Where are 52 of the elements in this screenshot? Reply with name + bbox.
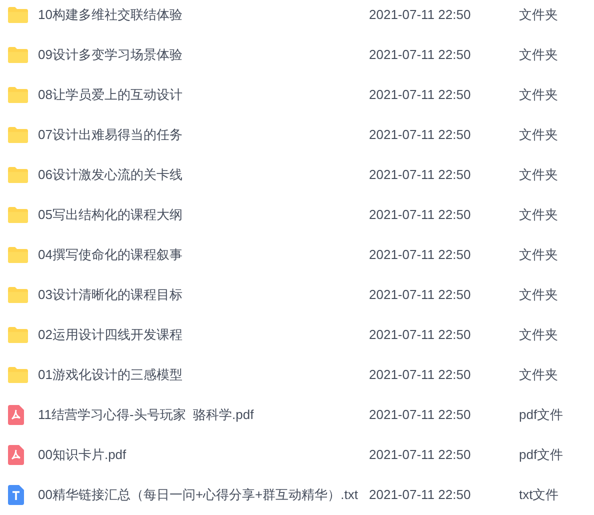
file-name[interactable]: 03设计清晰化的课程目标	[38, 285, 369, 305]
modified-date: 2021-07-11 22:50	[369, 206, 472, 224]
modified-date: 2021-07-11 22:50	[369, 406, 472, 424]
file-name[interactable]: 09设计多变学习场景体验	[38, 45, 369, 65]
modified-date: 2021-07-11 22:50	[369, 46, 472, 64]
modified-date: 2021-07-11 22:50	[369, 86, 472, 104]
pdf-file-icon	[8, 445, 24, 465]
file-type: 文件夹	[519, 6, 558, 24]
modified-date: 2021-07-11 22:50	[369, 486, 472, 504]
file-name[interactable]: 07设计出难易得当的任务	[38, 125, 369, 145]
file-name[interactable]: 06设计激发心流的关卡线	[38, 165, 369, 185]
file-name[interactable]: 01游戏化设计的三感模型	[38, 365, 369, 385]
folder-icon	[8, 287, 28, 303]
file-name[interactable]: 05写出结构化的课程大纲	[38, 205, 369, 225]
file-type: 文件夹	[519, 246, 558, 264]
file-type: 文件夹	[519, 126, 558, 144]
file-type: 文件夹	[519, 326, 558, 344]
file-type: 文件夹	[519, 86, 558, 104]
modified-date: 2021-07-11 22:50	[369, 366, 472, 384]
text-file-icon	[8, 485, 24, 505]
file-type: pdf文件	[519, 446, 564, 464]
folder-icon	[8, 207, 28, 223]
file-name[interactable]: 11结营学习心得-头号玩家 骆科学.pdf	[38, 405, 369, 425]
modified-date: 2021-07-11 22:50	[369, 126, 472, 144]
folder-icon	[8, 247, 28, 263]
file-type: pdf文件	[519, 406, 564, 424]
file-name[interactable]: 04撰写使命化的课程叙事	[38, 245, 369, 265]
pdf-file-icon	[8, 405, 24, 425]
modified-date: 2021-07-11 22:50	[369, 246, 472, 264]
file-name[interactable]: 10构建多维社交联结体验	[38, 5, 369, 25]
folder-icon	[8, 47, 28, 63]
file-name[interactable]: 08让学员爱上的互动设计	[38, 85, 369, 105]
file-type: 文件夹	[519, 46, 558, 64]
file-name[interactable]: 00精华链接汇总（每日一问+心得分享+群互动精华）.txt	[38, 485, 369, 505]
folder-icon	[8, 327, 28, 343]
file-type: 文件夹	[519, 366, 558, 384]
modified-date: 2021-07-11 22:50	[369, 326, 472, 344]
file-type: 文件夹	[519, 206, 558, 224]
modified-date: 2021-07-11 22:50	[369, 446, 472, 464]
folder-icon	[8, 167, 28, 183]
file-name[interactable]: 00知识卡片.pdf	[38, 445, 369, 465]
folder-icon	[8, 127, 28, 143]
folder-icon	[8, 367, 28, 383]
modified-date: 2021-07-11 22:50	[369, 166, 472, 184]
folder-icon	[8, 7, 28, 23]
modified-date: 2021-07-11 22:50	[369, 286, 472, 304]
file-type: 文件夹	[519, 286, 558, 304]
folder-icon	[8, 87, 28, 103]
file-name[interactable]: 02运用设计四线开发课程	[38, 325, 369, 345]
file-type: txt文件	[519, 486, 559, 504]
file-type: 文件夹	[519, 166, 558, 184]
modified-date: 2021-07-11 22:50	[369, 6, 472, 24]
